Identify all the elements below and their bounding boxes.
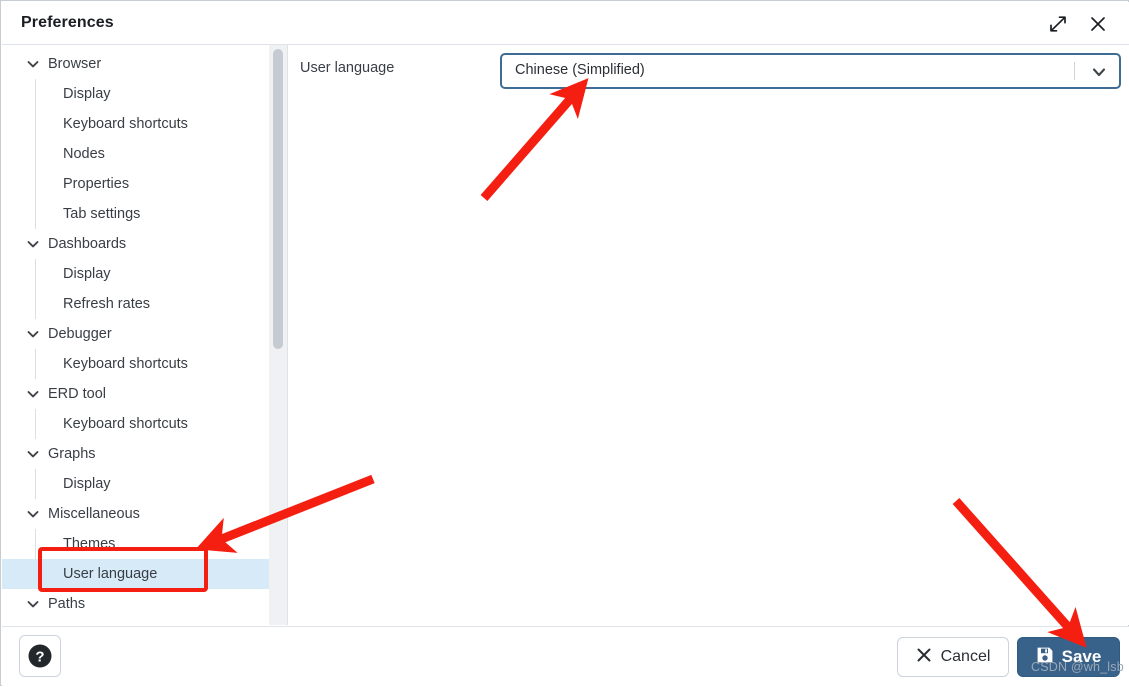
dialog-footer: ? Cancel Save: [2, 626, 1129, 686]
sidebar-item-label: Themes: [63, 536, 116, 552]
sidebar-item-label: Properties: [63, 176, 130, 192]
cancel-button[interactable]: Cancel: [897, 637, 1009, 677]
close-x-icon: [916, 647, 932, 668]
sidebar-item-label: Display: [63, 476, 111, 492]
sidebar-item-refresh-rates[interactable]: Refresh rates: [2, 289, 287, 319]
sidebar-item-erd-tool[interactable]: ERD tool: [2, 379, 287, 409]
sidebar-item-dashboards[interactable]: Dashboards: [2, 229, 287, 259]
sidebar-item-label: ERD tool: [48, 386, 107, 402]
sidebar-item-display[interactable]: Display: [2, 259, 287, 289]
chevron-down-icon[interactable]: [26, 379, 40, 409]
chevron-down-icon: [1091, 64, 1107, 80]
sidebar-item-label: Keyboard shortcuts: [63, 116, 188, 132]
svg-text:?: ?: [35, 649, 44, 666]
save-button[interactable]: Save: [1017, 637, 1120, 677]
chevron-down-icon[interactable]: [26, 439, 40, 469]
title-bar: Preferences: [2, 2, 1129, 45]
save-button-label: Save: [1061, 647, 1102, 666]
help-button[interactable]: ?: [19, 635, 61, 677]
sidebar-item-label: Refresh rates: [63, 296, 151, 312]
chevron-down-icon[interactable]: [26, 499, 40, 529]
sidebar-item-label: Paths: [48, 596, 86, 612]
user-language-label: User language: [300, 60, 395, 76]
sidebar-item-label: Keyboard shortcuts: [63, 356, 188, 372]
sidebar-item-label: User language: [63, 566, 158, 582]
settings-tree: Browser Display Keyboard shortcuts Nodes Pro…: [2, 45, 287, 612]
sidebar-item-graphs[interactable]: Graphs: [2, 439, 287, 469]
sidebar-scrollbar-thumb[interactable]: [273, 49, 283, 349]
sidebar-item-label: Nodes: [63, 146, 105, 162]
close-icon[interactable]: [1083, 10, 1113, 38]
chevron-down-icon[interactable]: [26, 319, 40, 349]
sidebar-item-keyboard-shortcuts[interactable]: Keyboard shortcuts: [2, 109, 287, 139]
sidebar-item-label: Debugger: [48, 326, 112, 342]
sidebar-item-nodes[interactable]: Nodes: [2, 139, 287, 169]
select-separator: [1074, 62, 1075, 80]
sidebar-item-debugger[interactable]: Debugger: [2, 319, 287, 349]
sidebar-item-label: Miscellaneous: [48, 506, 140, 522]
preferences-dialog: Preferences Browser Display Keyboard short…: [0, 0, 1129, 686]
user-language-value: Chinese (Simplified): [515, 62, 645, 78]
preferences-sidebar: Browser Display Keyboard shortcuts Nodes Pro…: [2, 45, 287, 625]
chevron-down-icon[interactable]: [26, 589, 40, 619]
sidebar-item-miscellaneous[interactable]: Miscellaneous: [2, 499, 287, 529]
chevron-down-icon[interactable]: [26, 49, 40, 79]
sidebar-item-label: Tab settings: [63, 206, 141, 222]
sidebar-item-keyboard-shortcuts[interactable]: Keyboard shortcuts: [2, 349, 287, 379]
sidebar-item-browser[interactable]: Browser: [2, 49, 287, 79]
sidebar-item-keyboard-shortcuts[interactable]: Keyboard shortcuts: [2, 409, 287, 439]
sidebar-item-paths[interactable]: Paths: [2, 589, 287, 619]
sidebar-item-themes[interactable]: Themes: [2, 529, 287, 559]
sidebar-item-label: Browser: [48, 56, 102, 72]
settings-content-panel: User language Chinese (Simplified): [288, 45, 1129, 625]
sidebar-item-tab-settings[interactable]: Tab settings: [2, 199, 287, 229]
sidebar-item-label: Keyboard shortcuts: [63, 416, 188, 432]
sidebar-item-label: Display: [63, 86, 111, 102]
sidebar-item-label: Graphs: [48, 446, 96, 462]
user-language-select[interactable]: Chinese (Simplified): [500, 53, 1121, 89]
chevron-down-icon[interactable]: [26, 229, 40, 259]
floppy-disk-save-icon: [1036, 646, 1054, 669]
sidebar-item-display[interactable]: Display: [2, 79, 287, 109]
expand-diagonal-icon[interactable]: [1043, 10, 1073, 38]
sidebar-item-label: Dashboards: [48, 236, 127, 252]
sidebar-item-properties[interactable]: Properties: [2, 169, 287, 199]
sidebar-item-user-language[interactable]: User language: [2, 559, 287, 589]
page-title: Preferences: [21, 14, 114, 31]
cancel-button-label: Cancel: [940, 648, 991, 665]
sidebar-item-display[interactable]: Display: [2, 469, 287, 499]
sidebar-item-label: Display: [63, 266, 111, 282]
